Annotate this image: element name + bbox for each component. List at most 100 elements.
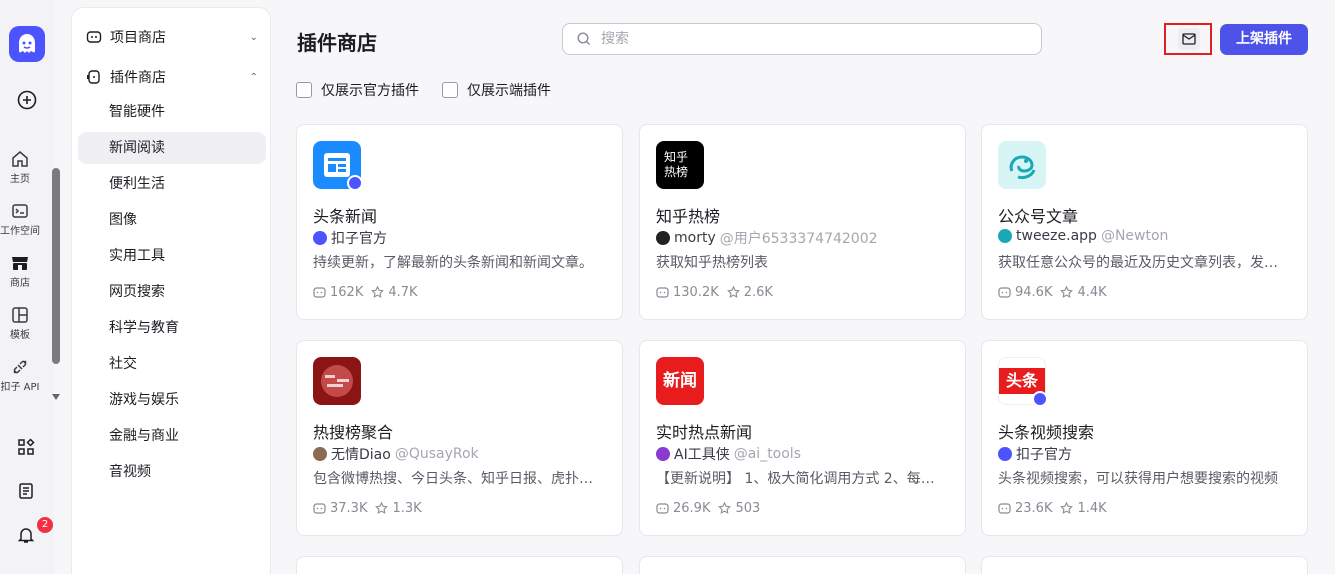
- star-icon: [371, 286, 385, 298]
- plugin-description: 包含微博热搜、今日头条、知乎日报、虎扑热帖等热门榜单: [313, 471, 605, 487]
- rail-item-api[interactable]: 扣子 API: [0, 358, 40, 393]
- search-input[interactable]: [601, 29, 1021, 49]
- plugin-card-toutiao-video[interactable]: 头条 头条视频搜索 扣子官方 头条视频搜索，可以获得用户想要搜索的视频 23.6…: [981, 340, 1308, 536]
- plugin-author[interactable]: AI工具侠 @ai_tools: [656, 444, 801, 464]
- plugin-card-zhihu-hot[interactable]: 知乎 热榜 知乎热榜 morty @用户6533374742002 获取知乎热榜…: [639, 124, 966, 320]
- plugin-author[interactable]: 无情Diao @QusayRok: [313, 444, 479, 464]
- checkbox-box[interactable]: [296, 82, 312, 98]
- rail-item-home[interactable]: 主页: [0, 150, 40, 185]
- sidebar-category-item[interactable]: 智能硬件: [78, 96, 266, 128]
- plugin-stats: 23.6K 1.4K: [998, 501, 1107, 516]
- plugin-stats: 26.9K 503: [656, 501, 760, 516]
- plugin-title: 头条新闻: [313, 207, 378, 226]
- rail-label: 扣子 API: [0, 382, 40, 393]
- document-icon[interactable]: [17, 482, 35, 500]
- author-avatar: [313, 231, 327, 245]
- wechat-article-icon: [998, 141, 1046, 189]
- store-icon: [12, 257, 28, 270]
- scroll-down-arrow[interactable]: [52, 394, 60, 400]
- plugin-author[interactable]: morty @用户6533374742002: [656, 228, 878, 248]
- plugin-card-wechat-articles[interactable]: 公众号文章 tweeze.app @Newton 获取任意公众号的最近及历史文章…: [981, 124, 1308, 320]
- rail-scrollbar[interactable]: [50, 150, 62, 410]
- sidebar-group-plugin-store[interactable]: 插件商店 ⌃: [86, 63, 258, 91]
- mail-button[interactable]: [1164, 23, 1212, 55]
- sidebar-category-item[interactable]: 游戏与娱乐: [78, 384, 266, 416]
- bot-uses-icon: [998, 287, 1011, 298]
- plugin-card-partial[interactable]: [639, 556, 966, 574]
- rail-item-workspace[interactable]: 工作空间: [0, 202, 40, 237]
- plugin-title: 知乎热榜: [656, 207, 721, 226]
- grid-apps-icon[interactable]: [17, 438, 35, 456]
- plugin-icon: 知乎 热榜: [656, 141, 704, 189]
- create-plus-icon[interactable]: [17, 90, 37, 110]
- plugin-title: 热搜榜聚合: [313, 423, 394, 442]
- plugin-author[interactable]: tweeze.app @Newton: [998, 228, 1168, 244]
- official-bot-badge-icon: [1032, 391, 1048, 407]
- sidebar-category-item[interactable]: 科学与教育: [78, 312, 266, 344]
- left-rail: 主页 工作空间 商店 模板 扣子 API 2: [0, 0, 60, 574]
- plugin-card-realtime-news[interactable]: 新闻 实时热点新闻 AI工具侠 @ai_tools 【更新说明】 1、极大简化调…: [639, 340, 966, 536]
- project-store-icon: [86, 31, 102, 43]
- coze-logo[interactable]: [9, 26, 45, 62]
- sidebar-category-item[interactable]: 新闻阅读: [78, 132, 266, 164]
- star-count: 2.6K: [743, 285, 773, 300]
- plugin-icon: 新闻: [656, 357, 704, 405]
- bell-icon[interactable]: [17, 526, 35, 544]
- author-name: morty: [674, 230, 716, 246]
- star-count: 1.3K: [392, 501, 422, 516]
- ghost-logo-icon: [19, 34, 35, 53]
- plugin-card-partial[interactable]: [296, 556, 623, 574]
- star-count: 4.4K: [1077, 285, 1107, 300]
- author-handle: @QusayRok: [394, 446, 479, 462]
- checkbox-label: 仅展示官方插件: [321, 83, 419, 99]
- api-icon: [13, 360, 27, 374]
- official-only-checkbox[interactable]: 仅展示官方插件: [296, 80, 419, 100]
- star-count: 4.7K: [388, 285, 418, 300]
- sidebar-group-project-store[interactable]: 项目商店 ⌄: [86, 23, 258, 51]
- sidebar-category-item[interactable]: 实用工具: [78, 240, 266, 272]
- plugin-author[interactable]: 扣子官方: [998, 444, 1072, 464]
- plugin-title: 实时热点新闻: [656, 423, 753, 442]
- chevron-down-icon: ⌄: [249, 31, 258, 43]
- rail-item-store[interactable]: 商店: [0, 254, 40, 289]
- rail-item-template[interactable]: 模板: [0, 306, 40, 341]
- sidebar-category-item[interactable]: 金融与商业: [78, 420, 266, 452]
- plugin-card-partial[interactable]: [981, 556, 1308, 574]
- rail-label: 主页: [10, 174, 30, 185]
- zhihu-hot-icon: 知乎 热榜: [656, 141, 704, 189]
- sidebar-category-item[interactable]: 图像: [78, 204, 266, 236]
- checkbox-box[interactable]: [442, 82, 458, 98]
- plugin-card-hot-search[interactable]: 热搜榜聚合 无情Diao @QusayRok 包含微博热搜、今日头条、知乎日报、…: [296, 340, 623, 536]
- sidebar-category-item[interactable]: 社交: [78, 348, 266, 380]
- plugin-icon: [998, 141, 1046, 189]
- sidebar-group-label: 项目商店: [110, 30, 166, 46]
- notification-badge: 2: [37, 517, 53, 533]
- bot-uses-icon: [313, 287, 326, 298]
- plugin-store-icon: [87, 70, 100, 84]
- publish-plugin-button[interactable]: 上架插件: [1220, 24, 1308, 55]
- search-box[interactable]: [562, 23, 1042, 55]
- author-avatar: [998, 229, 1012, 243]
- mail-button-bg: [1178, 28, 1200, 50]
- star-icon: [1060, 286, 1074, 298]
- plugin-card-toutiao-news[interactable]: 头条新闻 扣子官方 持续更新，了解最新的头条新闻和新闻文章。 162K 4.7K: [296, 124, 623, 320]
- author-handle: @用户6533374742002: [719, 231, 878, 247]
- official-bot-badge-icon: [347, 175, 363, 191]
- star-icon: [375, 502, 389, 514]
- client-only-checkbox[interactable]: 仅展示端插件: [442, 80, 551, 100]
- plugin-author[interactable]: 扣子官方: [313, 228, 387, 248]
- bot-uses-icon: [313, 503, 326, 514]
- rail-label: 商店: [10, 278, 30, 289]
- plugin-stats: 130.2K 2.6K: [656, 285, 773, 300]
- star-count: 1.4K: [1077, 501, 1107, 516]
- rail-label: 工作空间: [0, 226, 40, 237]
- sidebar-category-item[interactable]: 网页搜索: [78, 276, 266, 308]
- scroll-thumb[interactable]: [52, 168, 60, 364]
- bot-uses-icon: [998, 503, 1011, 514]
- sidebar-category-item[interactable]: 便利生活: [78, 168, 266, 200]
- star-icon: [726, 286, 740, 298]
- chevron-up-icon: ⌃: [249, 71, 258, 83]
- bot-uses-icon: [656, 503, 669, 514]
- sidebar-category-item[interactable]: 音视频: [78, 456, 266, 488]
- plugin-description: 【更新说明】 1、极大简化调用方式 2、每日更新最新热点: [656, 471, 948, 487]
